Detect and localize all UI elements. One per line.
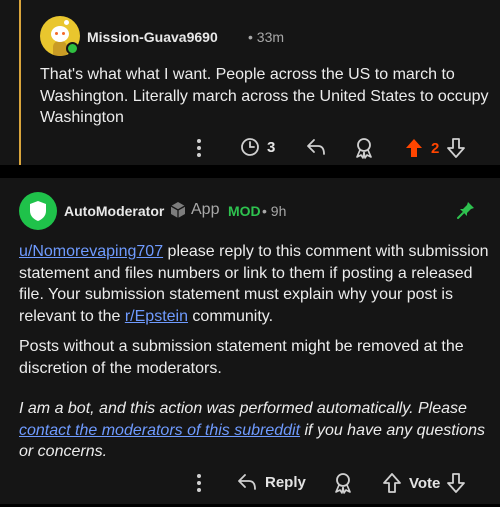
mod-badge: MOD [228, 203, 261, 219]
snoo-eye [55, 32, 58, 35]
shield-icon [30, 201, 46, 221]
reply-arrow-icon [307, 139, 325, 155]
reply-label: Reply [265, 473, 306, 491]
vote-count: 2 [431, 139, 440, 157]
snoo-eye [62, 32, 65, 35]
reply-arrow-icon [238, 474, 256, 490]
comment-paragraph-2: Posts without a submission statement mig… [19, 338, 464, 377]
comment-paragraph-3: I am a bot, and this action was performe… [19, 398, 489, 463]
upvote-button[interactable]: Vote [382, 472, 440, 494]
more-options-button[interactable] [193, 137, 205, 159]
online-status-dot [66, 42, 79, 55]
comment-body: That's what what I want. People across t… [40, 66, 489, 126]
app-badge: App [169, 201, 219, 219]
comment-time: • 9h [262, 203, 287, 219]
award-ribbon-icon [335, 473, 351, 494]
award-button[interactable]: 3 [240, 137, 275, 157]
more-vertical-icon [197, 474, 201, 492]
automoderator-avatar[interactable] [19, 192, 57, 230]
user-link[interactable]: u/Nomorevaping707 [19, 243, 163, 260]
app-cube-icon [170, 202, 186, 218]
give-award-button[interactable] [354, 137, 374, 159]
comment-paragraph-1: u/Nomorevaping707 please reply to this c… [19, 241, 489, 327]
reply-button[interactable] [305, 137, 327, 157]
vote-label: Vote [409, 474, 441, 492]
downvote-button[interactable] [446, 472, 466, 494]
reply-button[interactable]: Reply [236, 472, 306, 492]
downvote-arrow-icon [447, 473, 465, 493]
give-award-button[interactable] [333, 472, 353, 494]
contact-moderators-link[interactable]: contact the moderators of this subreddit [19, 422, 300, 439]
paragraph-text: I am a bot, and this action was performe… [19, 400, 467, 417]
snoo-head [51, 26, 69, 42]
snoo-body [53, 41, 67, 56]
comment-username[interactable]: Mission-Guava9690 [87, 29, 218, 45]
downvote-arrow-icon [447, 138, 465, 158]
upvote-button[interactable]: 2 [404, 137, 439, 159]
clock-icon [241, 138, 259, 156]
upvote-arrow-icon [406, 139, 422, 157]
app-label: App [191, 201, 220, 218]
more-options-button[interactable] [193, 472, 205, 494]
downvote-button[interactable] [446, 137, 466, 159]
award-ribbon-icon [356, 138, 372, 159]
upvote-arrow-icon [383, 473, 401, 493]
comment-card-1: Mission-Guava9690 • 33m That's what what… [0, 0, 500, 165]
snoo-antenna [64, 20, 69, 25]
pin-icon [457, 202, 474, 219]
subreddit-link[interactable]: r/Epstein [125, 308, 188, 325]
comment-time: • 33m [248, 29, 285, 45]
more-vertical-icon [197, 139, 201, 157]
paragraph-text: community. [187, 307, 274, 325]
comment-username[interactable]: AutoModerator [64, 203, 164, 219]
thread-line[interactable] [19, 0, 21, 165]
award-count: 3 [267, 138, 276, 156]
